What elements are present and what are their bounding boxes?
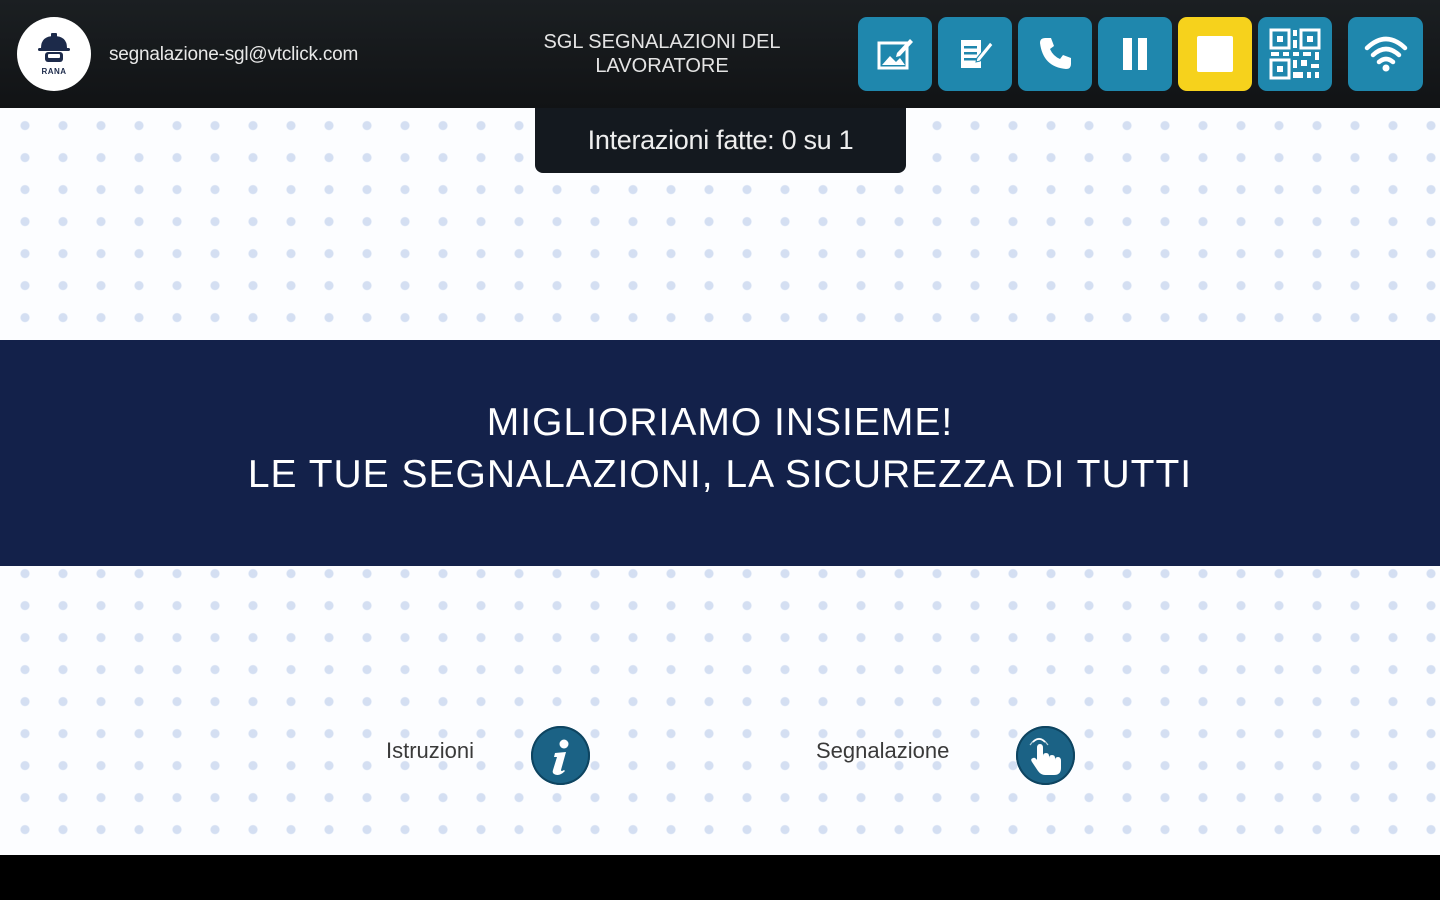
bottom-bar bbox=[0, 855, 1440, 900]
app-title-line1: SGL SEGNALAZIONI DEL bbox=[543, 31, 781, 53]
pause-icon bbox=[1123, 38, 1147, 70]
logo-text: RANA bbox=[41, 67, 67, 76]
edit-image-button[interactable] bbox=[858, 17, 932, 91]
motto-banner: MIGLIORIAMO INSIEME! LE TUE SEGNALAZIONI… bbox=[0, 340, 1440, 566]
wifi-button[interactable] bbox=[1348, 17, 1423, 91]
phone-icon bbox=[1040, 38, 1071, 69]
app-title: SGL SEGNALAZIONI DEL LAVORATORE bbox=[520, 30, 804, 78]
info-icon bbox=[552, 739, 568, 775]
interaction-counter: Interazioni fatte: 0 su 1 bbox=[535, 108, 906, 173]
edit-image-icon bbox=[877, 39, 913, 70]
istruzioni-button[interactable] bbox=[531, 726, 590, 785]
stop-button[interactable] bbox=[1178, 17, 1252, 91]
segnalazione-button[interactable] bbox=[1016, 726, 1075, 785]
contact-email: segnalazione-sgl@vtclick.com bbox=[109, 44, 359, 65]
app-screen: RANA segnalazione-sgl@vtclick.com SGL SE… bbox=[0, 0, 1440, 900]
helmet-logo-icon bbox=[38, 33, 70, 62]
app-title-line2: LAVORATORE bbox=[595, 55, 729, 77]
segnalazione-label: Segnalazione bbox=[816, 738, 950, 763]
company-logo: RANA bbox=[17, 17, 91, 91]
checklist-button[interactable] bbox=[938, 17, 1012, 91]
banner-line1: MIGLIORIAMO INSIEME! bbox=[486, 401, 954, 444]
banner-line2: LE TUE SEGNALAZIONI, LA SICUREZZA DI TUT… bbox=[247, 453, 1193, 496]
wifi-icon bbox=[1364, 36, 1407, 72]
qr-code-icon bbox=[1269, 28, 1321, 80]
phone-button[interactable] bbox=[1018, 17, 1092, 91]
checklist-edit-icon bbox=[961, 40, 994, 68]
top-bar: RANA segnalazione-sgl@vtclick.com SGL SE… bbox=[0, 0, 1440, 108]
istruzioni-label: Istruzioni bbox=[386, 738, 475, 763]
hand-touch-icon bbox=[1029, 737, 1061, 775]
qr-code-button[interactable] bbox=[1258, 17, 1332, 91]
stop-icon bbox=[1197, 36, 1233, 72]
pause-button[interactable] bbox=[1098, 17, 1172, 91]
